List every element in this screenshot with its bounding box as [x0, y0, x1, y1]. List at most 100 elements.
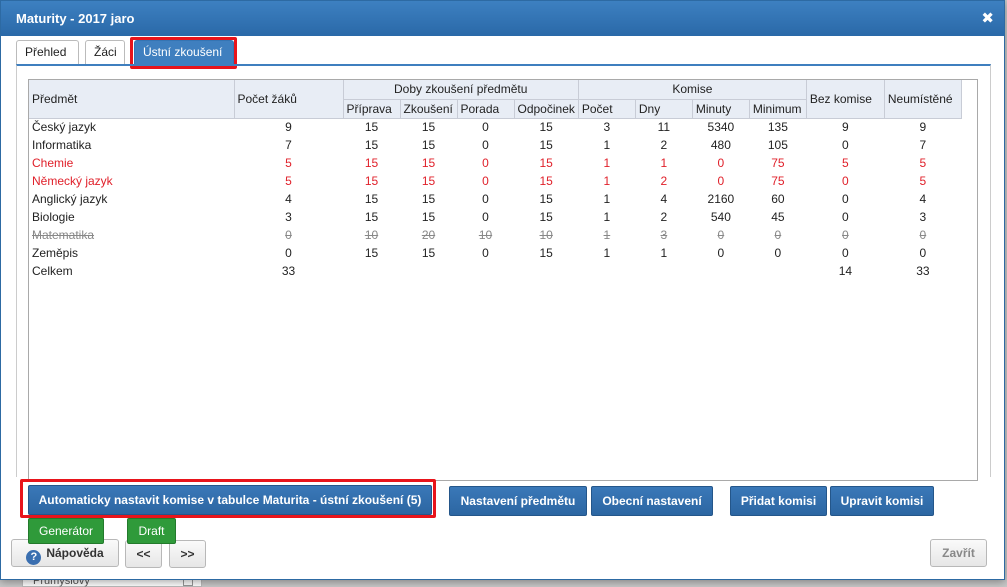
- cell-unplaced: 0: [919, 246, 927, 260]
- table-row[interactable]: Matematika 0 10 20 10 10 1 3 0 0 0 0: [29, 226, 961, 244]
- header-subject[interactable]: Předmět: [29, 80, 235, 119]
- cell-students: 3: [285, 210, 292, 224]
- cell-students: 5: [285, 174, 292, 188]
- header-rest[interactable]: Odpočinek: [514, 99, 579, 119]
- table-row[interactable]: Biologie 3 15 15 0 15 1 2 540 45 0 3: [29, 208, 961, 226]
- cell-rest: 10: [539, 228, 553, 242]
- subject-settings-button[interactable]: Nastavení předmětu: [449, 486, 587, 516]
- cell-minimum: 60: [771, 192, 785, 206]
- cell-minutes: 0: [717, 228, 725, 242]
- header-unplaced[interactable]: Neumístěné: [884, 80, 962, 119]
- cell-rest: 15: [539, 174, 553, 188]
- cell-count: 1: [603, 228, 611, 242]
- empty-cell: [578, 262, 635, 280]
- cell-subject: Matematika: [32, 228, 95, 242]
- cell-subject: Informatika: [32, 138, 92, 152]
- cell-count: 3: [603, 120, 611, 135]
- cell-rest: 15: [539, 192, 553, 206]
- cell-meeting: 0: [482, 138, 489, 152]
- cell-minutes: 0: [717, 174, 725, 188]
- generator-button[interactable]: Generátor: [28, 518, 104, 544]
- cell-students: 5: [285, 156, 292, 170]
- close-button[interactable]: Zavřít: [930, 539, 987, 567]
- cell-unplaced: 0: [919, 228, 927, 242]
- cell-days: 4: [660, 192, 668, 206]
- cell-exam: 15: [421, 156, 436, 170]
- header-committee-group: Komise: [578, 80, 807, 100]
- cell-minimum: 45: [771, 210, 785, 224]
- cell-minimum: 105: [767, 138, 788, 152]
- oral-exam-table-panel: Předmět Počet žáků Doby zkoušení předmět…: [28, 79, 978, 481]
- cell-count: 1: [603, 174, 611, 188]
- cell-no-committee: 0: [842, 246, 849, 260]
- cell-meeting: 0: [482, 174, 489, 188]
- table-row[interactable]: Chemie 5 15 15 0 15 1 1 0 75 5 5: [29, 154, 961, 172]
- cell-unplaced: 5: [919, 174, 927, 188]
- cell-prep: 10: [364, 228, 379, 242]
- table-row[interactable]: Zeměpis 0 15 15 0 15 1 1 0 0 0 0: [29, 244, 961, 262]
- cell-exam: 15: [421, 192, 436, 206]
- header-meeting[interactable]: Porada: [457, 99, 515, 119]
- cell-meeting: 0: [482, 210, 489, 224]
- cell-subject: Zeměpis: [32, 246, 79, 260]
- empty-cell: [457, 262, 514, 280]
- cell-rest: 15: [539, 210, 553, 224]
- maturity-dialog: Maturity - 2017 jaro ✖ Přehled Žáci Ústn…: [0, 0, 1005, 580]
- cell-no-committee: 5: [842, 156, 849, 170]
- cell-meeting: 0: [482, 156, 489, 170]
- empty-cell: [343, 262, 400, 280]
- help-icon: ?: [26, 550, 42, 565]
- empty-cell: [692, 262, 749, 280]
- cell-minutes: 540: [710, 210, 731, 224]
- draft-button[interactable]: Draft: [127, 518, 176, 544]
- next-button[interactable]: >>: [169, 540, 206, 568]
- cell-no-committee: 0: [842, 192, 849, 206]
- table-row[interactable]: Český jazyk 9 15 15 0 15 3 11 5340 135 9…: [29, 118, 961, 136]
- cell-no-committee: 0: [842, 228, 849, 242]
- general-settings-button[interactable]: Obecní nastavení: [591, 486, 713, 516]
- cell-minimum: 75: [771, 156, 785, 170]
- cell-rest: 15: [539, 138, 553, 152]
- cell-students: 7: [285, 138, 292, 152]
- cell-students: 0: [285, 246, 292, 260]
- header-exam[interactable]: Zkoušení: [400, 99, 458, 119]
- cell-minimum: 0: [774, 228, 782, 242]
- cell-minutes: 480: [710, 138, 731, 152]
- cell-meeting: 0: [482, 246, 489, 260]
- add-committee-button[interactable]: Přidat komisi: [730, 486, 827, 516]
- cell-meeting: 10: [478, 228, 493, 242]
- header-minutes[interactable]: Minuty: [692, 99, 750, 119]
- cell-count: 1: [603, 138, 611, 152]
- tab-prehled[interactable]: Přehled: [16, 40, 79, 64]
- auto-assign-highlight-box: [20, 479, 436, 518]
- cell-count: 1: [603, 192, 611, 206]
- cell-no-committee: 9: [842, 120, 849, 135]
- cell-unplaced: 4: [919, 192, 927, 206]
- cell-subject: Chemie: [32, 156, 74, 170]
- table-row[interactable]: Informatika 7 15 15 0 15 1 2 480 105 0 7: [29, 136, 961, 154]
- help-label: Nápověda: [46, 546, 104, 560]
- cell-minimum: 135: [767, 120, 788, 135]
- tab-zaci[interactable]: Žáci: [85, 40, 125, 64]
- header-prep[interactable]: Příprava: [343, 99, 401, 119]
- cell-minutes: 0: [717, 246, 725, 260]
- table-total-row: Celkem 33 14 33: [29, 262, 961, 280]
- header-count[interactable]: Počet: [578, 99, 636, 119]
- cell-minimum: 75: [771, 174, 785, 188]
- header-minimum[interactable]: Minimum: [749, 99, 807, 119]
- cell-exam: 15: [421, 174, 436, 188]
- edit-committee-button[interactable]: Upravit komisi: [830, 486, 934, 516]
- empty-cell: [635, 262, 692, 280]
- table-row[interactable]: Anglický jazyk 4 15 15 0 15 1 4 2160 60 …: [29, 190, 961, 208]
- cell-unplaced: 7: [919, 138, 927, 152]
- header-days[interactable]: Dny: [635, 99, 693, 119]
- header-student-count[interactable]: Počet žáků: [234, 80, 344, 119]
- prev-button[interactable]: <<: [125, 540, 162, 568]
- table-row[interactable]: Německý jazyk 5 15 15 0 15 1 2 0 75 0 5: [29, 172, 961, 190]
- cell-unplaced: 9: [919, 120, 927, 135]
- cell-students: 9: [285, 120, 292, 135]
- cell-minutes: 5340: [707, 120, 735, 135]
- close-icon[interactable]: ✖: [981, 1, 994, 36]
- header-no-committee[interactable]: Bez komise: [806, 80, 885, 119]
- cell-subject: Anglický jazyk: [32, 192, 108, 206]
